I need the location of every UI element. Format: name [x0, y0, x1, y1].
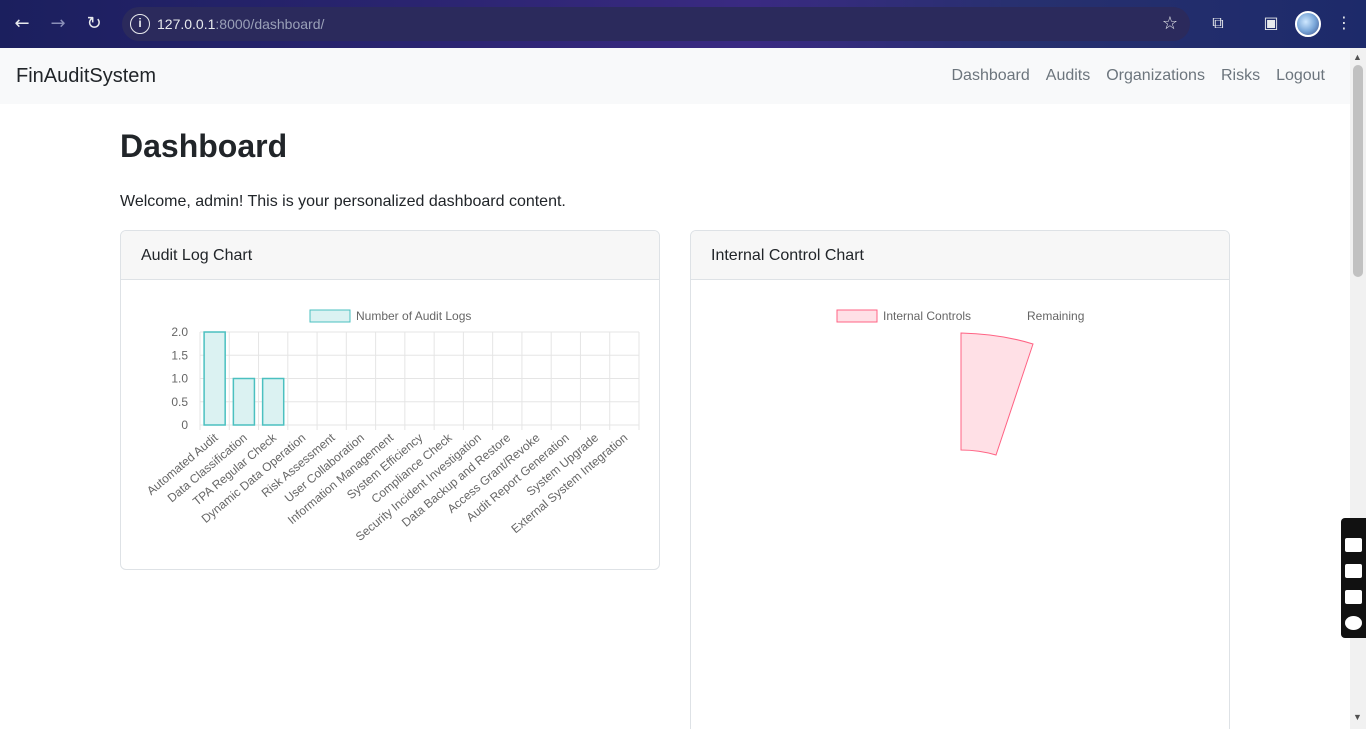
welcome-text: Welcome, admin! This is your personalize…: [120, 193, 566, 210]
y-tick-label: 2.0: [171, 325, 188, 339]
legend-swatch-internal-controls: [836, 309, 878, 323]
y-tick-label: 1.0: [171, 372, 188, 386]
scroll-thumb[interactable]: [1353, 65, 1363, 277]
site-navbar: FinAuditSystem Dashboard Audits Organiza…: [0, 48, 1350, 104]
extensions-icon[interactable]: ⧉: [1207, 12, 1229, 34]
nav-link-audits[interactable]: Audits: [1046, 67, 1090, 85]
legend-label-remaining: Remaining: [1027, 309, 1084, 323]
floating-capture-toolbar: [1341, 518, 1366, 638]
bar: [261, 377, 285, 426]
browser-toolbar: ← → ↻ i 127.0.0.1:8000/dashboard/ ☆ ⧉ ▣ …: [0, 0, 1366, 48]
internal-control-chart: Internal Controls Remaining: [836, 309, 1084, 456]
audit-log-card-title: Audit Log Chart: [121, 231, 659, 280]
scroll-down-icon[interactable]: ▼: [1353, 712, 1362, 722]
site-info-icon[interactable]: i: [130, 14, 150, 34]
nav-link-risks[interactable]: Risks: [1221, 67, 1260, 85]
pie-slice-internal-controls: [960, 332, 1034, 456]
legend-swatch: [309, 309, 351, 323]
legend-label-internal-controls: Internal Controls: [883, 309, 971, 323]
nav-link-logout[interactable]: Logout: [1276, 67, 1325, 85]
video-icon[interactable]: [1345, 564, 1362, 578]
internal-control-card-title: Internal Control Chart: [691, 231, 1229, 280]
bookmark-star-icon[interactable]: ☆: [1162, 13, 1178, 34]
reload-icon[interactable]: ↻: [82, 12, 106, 36]
camera-icon[interactable]: [1345, 538, 1362, 552]
profile-avatar[interactable]: [1295, 11, 1321, 37]
back-icon[interactable]: ←: [10, 12, 34, 36]
address-bar[interactable]: i 127.0.0.1:8000/dashboard/ ☆: [122, 7, 1190, 41]
y-tick-label: 0: [181, 418, 188, 432]
audit-log-card: Audit Log Chart Number of Audit Logs 2.0 1…: [120, 230, 660, 570]
forward-icon[interactable]: →: [46, 12, 70, 36]
page-title: Dashboard: [120, 128, 288, 164]
url-text: 127.0.0.1:8000/dashboard/: [157, 16, 325, 32]
scroll-up-icon[interactable]: ▲: [1353, 52, 1362, 62]
internal-control-card: Internal Control Chart Internal Controls…: [690, 230, 1230, 729]
y-tick-label: 0.5: [171, 395, 188, 409]
side-panel-icon[interactable]: ▣: [1260, 12, 1282, 34]
nav-link-dashboard[interactable]: Dashboard: [951, 67, 1029, 85]
nav-links: Dashboard Audits Organizations Risks Log…: [951, 67, 1325, 85]
y-tick-label: 1.5: [171, 348, 188, 362]
brand-link[interactable]: FinAuditSystem: [16, 65, 156, 88]
bar: [232, 377, 256, 426]
bar: [203, 331, 226, 426]
menu-kebab-icon[interactable]: ⋮: [1333, 12, 1355, 34]
audit-log-chart: Number of Audit Logs2.01.51.00.50Automat…: [144, 309, 640, 544]
nav-link-organizations[interactable]: Organizations: [1106, 67, 1205, 85]
legend-label: Number of Audit Logs: [356, 309, 471, 323]
settings-gear-icon[interactable]: [1345, 616, 1362, 630]
window-icon[interactable]: [1345, 590, 1362, 604]
